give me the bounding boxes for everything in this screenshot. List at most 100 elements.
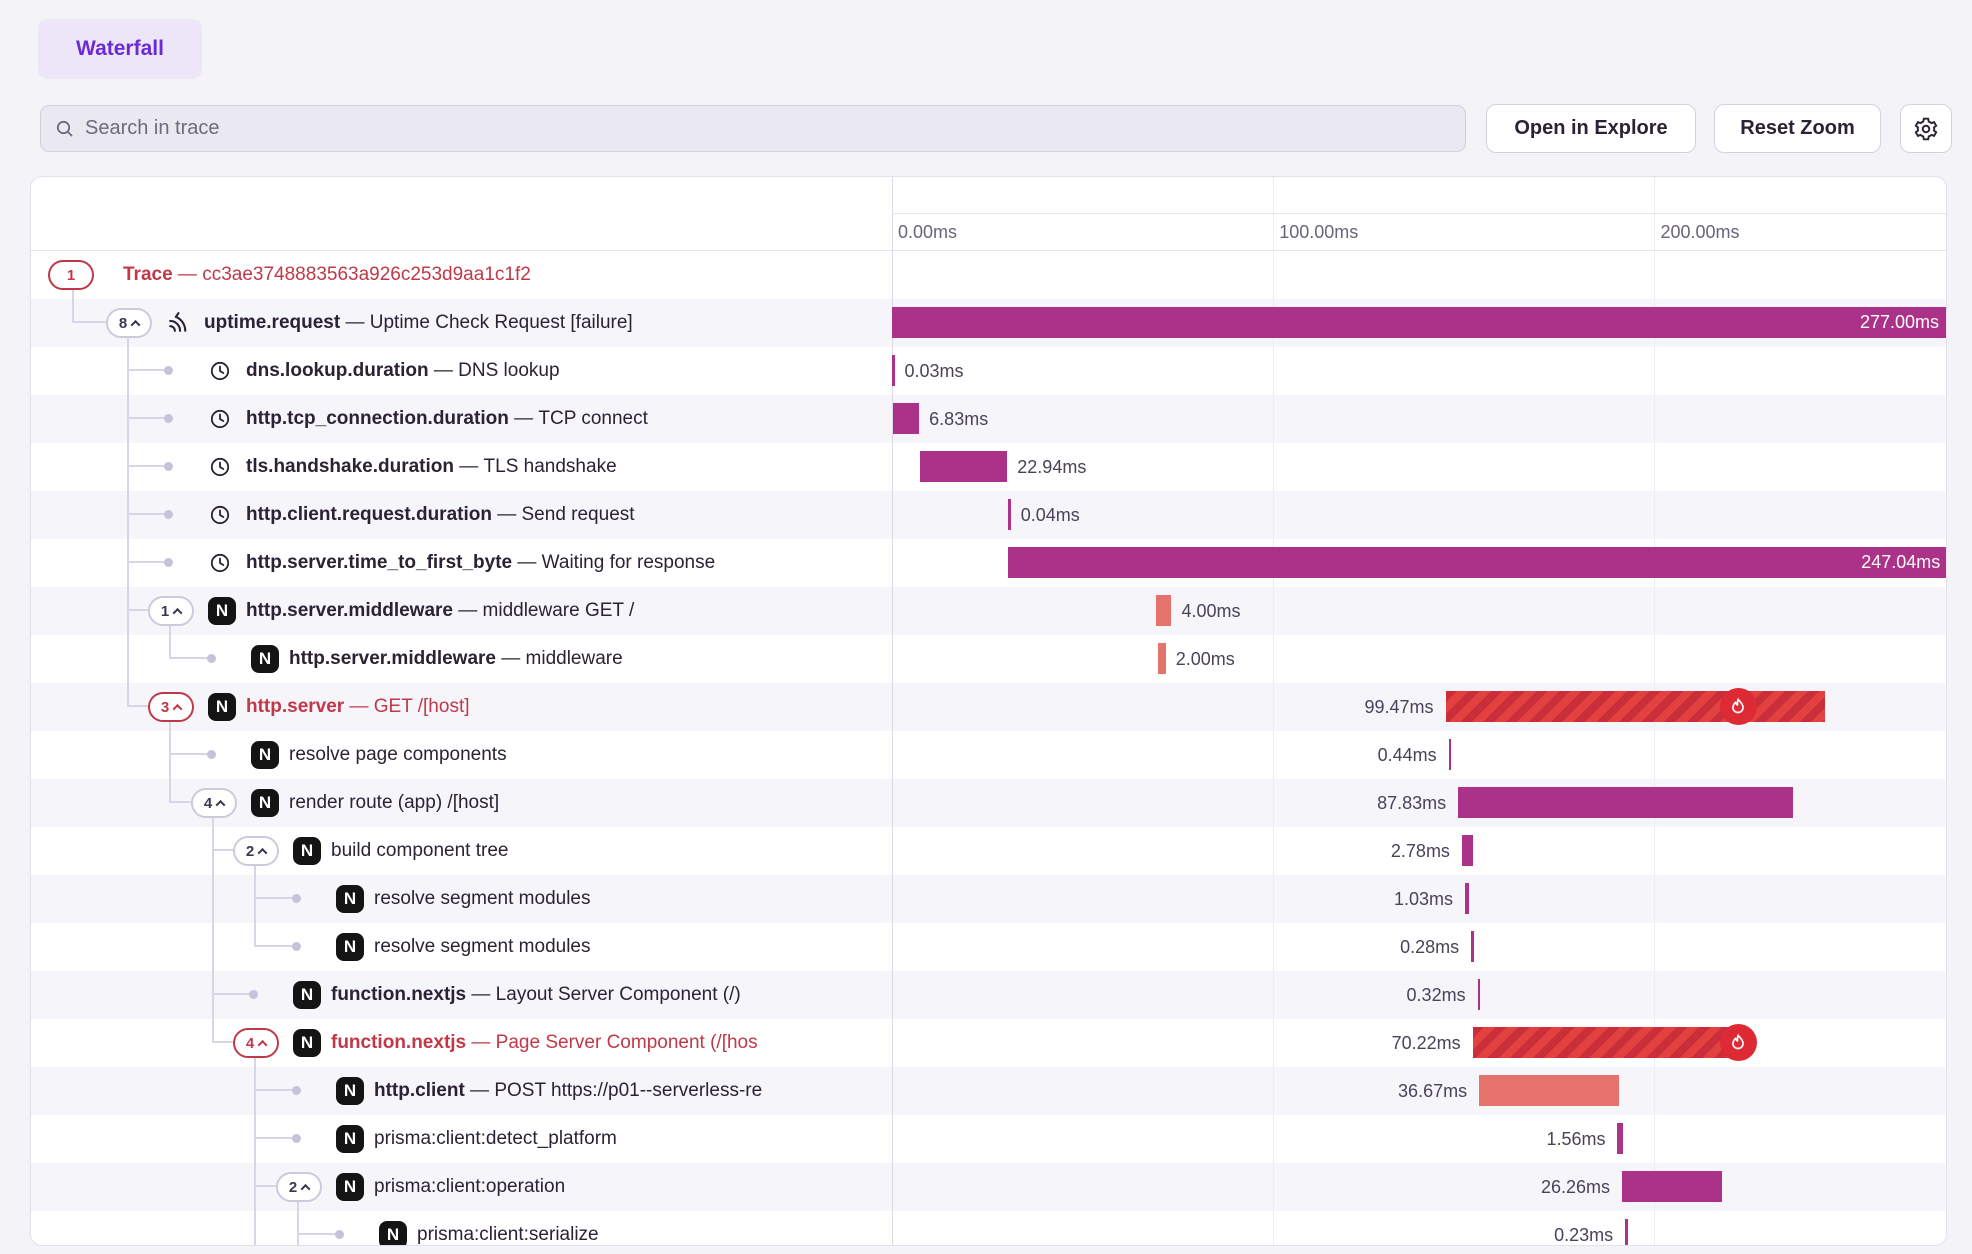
tree-connector-line [212,875,214,923]
tree-leaf-dot [164,510,173,519]
nextjs-icon: N [336,1125,364,1153]
span-row[interactable]: Nresolve segment modules0.28ms [31,923,1946,971]
span-label: resolve segment modules [374,875,591,923]
tree-connector-line [212,971,214,1019]
span-duration-bar[interactable] [1008,499,1011,530]
span-duration-bar[interactable] [1473,1027,1741,1058]
span-label: prisma:client:detect_platform [374,1115,617,1163]
span-duration-label: 0.32ms [1407,971,1466,1019]
expand-badge[interactable]: 3 [148,692,194,722]
tree-connector-stub [170,801,193,803]
span-label: resolve page components [289,731,507,779]
tree-leaf-dot [292,942,301,951]
tab-waterfall-label: Waterfall [76,37,164,61]
expand-badge-count: 1 [161,603,169,620]
span-duration-bar[interactable] [1471,931,1474,962]
span-duration-bar[interactable] [1478,979,1481,1010]
span-row[interactable]: http.server.time_to_first_byte — Waiting… [31,539,1946,587]
tree-connector-line [254,1067,256,1115]
search-input[interactable] [85,117,1451,140]
expand-badge[interactable]: 4 [191,788,237,818]
span-duration-bar[interactable] [1449,739,1452,770]
nextjs-icon: N [336,1077,364,1105]
span-row[interactable]: 3Nhttp.server — GET /[host]99.47ms [31,683,1946,731]
span-duration-bar[interactable] [1622,1171,1722,1202]
tree-connector-stub [255,1089,292,1091]
span-duration-bar[interactable] [1617,1123,1623,1154]
span-row[interactable]: http.client.request.duration — Send requ… [31,491,1946,539]
search-bar[interactable] [40,105,1466,152]
expand-badge[interactable]: 4 [233,1028,279,1058]
span-row[interactable]: Nhttp.client — POST https://p01--serverl… [31,1067,1946,1115]
tree-connector-line [254,1211,256,1245]
span-row[interactable]: 1Nhttp.server.middleware — middleware GE… [31,587,1946,635]
span-row[interactable]: dns.lookup.duration — DNS lookup0.03ms [31,347,1946,395]
span-duration-bar[interactable] [1158,643,1166,674]
span-description: — Uptime Check Request [failure] [340,312,633,333]
span-duration-bar[interactable] [1458,787,1793,818]
span-row[interactable]: Nresolve segment modules1.03ms [31,875,1946,923]
span-duration-bar[interactable] [893,403,919,434]
span-row[interactable]: Nfunction.nextjs — Layout Server Compone… [31,971,1946,1019]
span-op: http.server [246,696,344,717]
open-in-explore-button[interactable]: Open in Explore [1486,104,1696,153]
span-duration-bar[interactable] [920,451,1007,482]
span-row[interactable]: http.tcp_connection.duration — TCP conne… [31,395,1946,443]
span-tree-cell: http.server.time_to_first_byte — Waiting… [31,539,892,587]
span-row[interactable]: tls.handshake.duration — TLS handshake22… [31,443,1946,491]
nextjs-icon: N [251,789,279,817]
tab-waterfall[interactable]: Waterfall [38,19,202,79]
span-duration-bar[interactable] [1479,1075,1619,1106]
span-duration-bar[interactable] [1465,883,1469,914]
expand-badge[interactable]: 2 [233,836,279,866]
expand-badge[interactable]: 8 [106,308,152,338]
span-duration-bar[interactable] [892,355,895,386]
tree-connector-line [169,635,171,659]
expand-badge[interactable]: 1 [48,260,94,290]
span-row[interactable]: 4Nfunction.nextjs — Page Server Componen… [31,1019,1946,1067]
settings-button[interactable] [1900,104,1952,153]
span-row[interactable]: Nhttp.server.middleware — middleware2.00… [31,635,1946,683]
nextjs-icon: N [293,837,321,865]
tree-connector-line [254,1163,256,1211]
duration-clock-icon [208,407,232,436]
tree-connector-stub [128,561,164,563]
span-tree-cell: dns.lookup.duration — DNS lookup [31,347,892,395]
span-row[interactable]: 2Nbuild component tree2.78ms [31,827,1946,875]
reset-zoom-button[interactable]: Reset Zoom [1714,104,1881,153]
span-op: prisma:client:detect_platform [374,1128,617,1149]
tree-connector-line [297,1202,299,1211]
time-gridline [1273,177,1274,251]
span-duration-bar[interactable] [1462,835,1473,866]
span-row[interactable]: Nprisma:client:detect_platform1.56ms [31,1115,1946,1163]
expand-badge-count: 4 [204,795,212,812]
span-row[interactable]: Nresolve page components0.44ms [31,731,1946,779]
span-op: http.server.middleware [246,600,453,621]
tree-leaf-dot [292,894,301,903]
tree-connector-line [127,683,129,707]
span-op: dns.lookup.duration [246,360,429,381]
expand-badge[interactable]: 2 [276,1172,322,1202]
tree-connector-stub [298,1233,335,1235]
span-duration-bar[interactable] [1446,691,1825,722]
tree-connector-stub [213,993,249,995]
span-op: http.client.request.duration [246,504,492,525]
expand-badge[interactable]: 1 [148,596,194,626]
tree-leaf-dot [164,558,173,567]
span-row[interactable]: Nprisma:client:serialize0.23ms [31,1211,1946,1245]
chevron-up-icon [216,799,226,809]
span-duration-bar[interactable] [1625,1219,1628,1245]
span-label: http.server.middleware — middleware [289,635,623,683]
span-row[interactable]: 8uptime.request — Uptime Check Request [… [31,299,1946,347]
span-row[interactable]: 1Trace — cc3ae3748883563a926c253d9aa1c1f… [31,251,1946,299]
span-row[interactable]: 2Nprisma:client:operation26.26ms [31,1163,1946,1211]
span-tree-cell: Nprisma:client:serialize [31,1211,892,1245]
span-tree-cell: Nresolve page components [31,731,892,779]
tree-connector-line [254,923,256,947]
span-tree-cell: Nresolve segment modules [31,875,892,923]
tree-connector-line [72,299,74,323]
span-row[interactable]: 4Nrender route (app) /[host]87.83ms [31,779,1946,827]
time-gridline [1654,177,1655,251]
nextjs-icon: N [293,981,321,1009]
span-duration-bar[interactable] [1156,595,1171,626]
